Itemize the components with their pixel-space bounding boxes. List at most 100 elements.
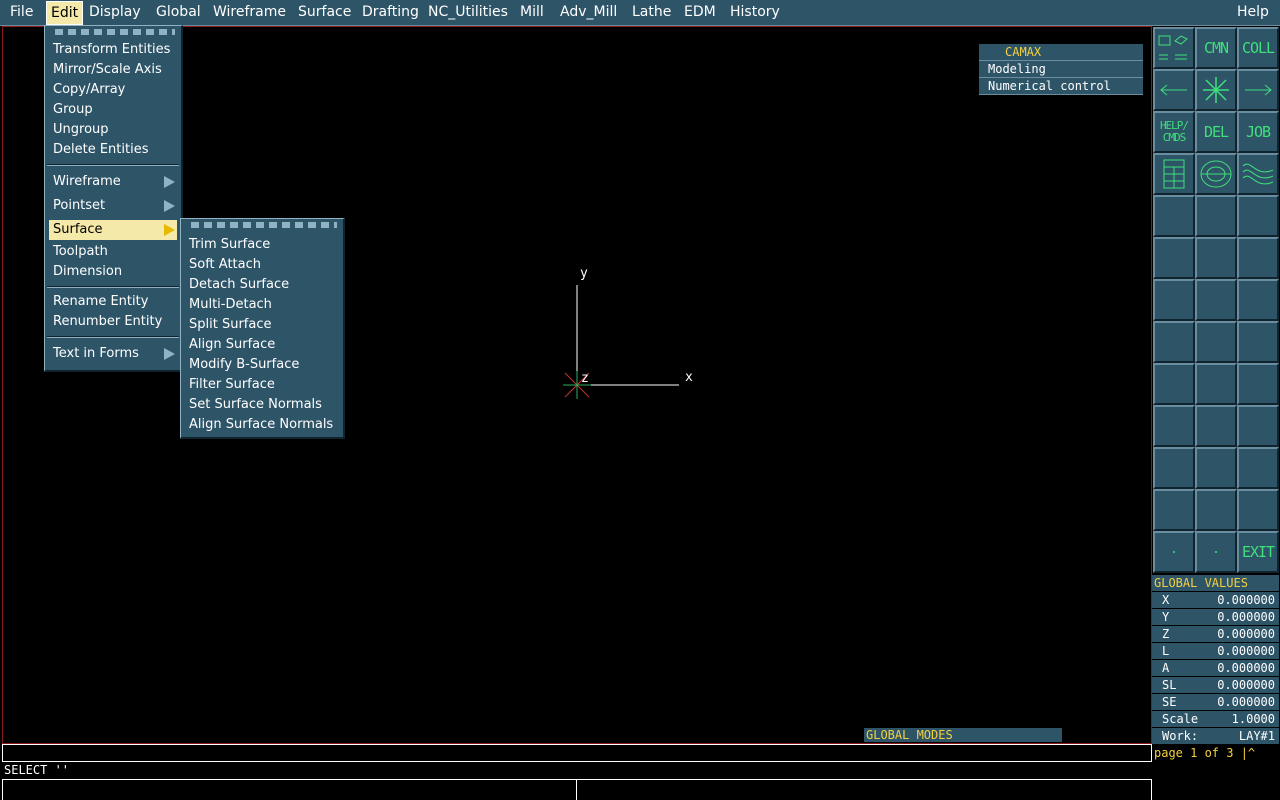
arrow-right-button[interactable] <box>1237 69 1279 111</box>
empty-tool-button[interactable] <box>1153 405 1195 447</box>
menubar: File Edit Display Global Wireframe Surfa… <box>0 0 1280 26</box>
empty-tool-button[interactable] <box>1237 237 1279 279</box>
dot-button[interactable] <box>1195 531 1237 573</box>
empty-tool-button[interactable] <box>1195 195 1237 237</box>
menu-drafting[interactable]: Drafting <box>362 4 419 20</box>
wave-surface-icon <box>1242 163 1274 185</box>
empty-tool-button[interactable] <box>1237 279 1279 321</box>
empty-tool-button[interactable] <box>1195 447 1237 489</box>
cmn-button[interactable]: CMN <box>1195 27 1237 69</box>
del-button[interactable]: DEL <box>1195 111 1237 153</box>
camax-numerical-control[interactable]: Numerical control <box>979 78 1143 95</box>
menu-edm[interactable]: EDM <box>684 4 716 20</box>
menu-item-rename-entity[interactable]: Rename Entity <box>49 292 177 312</box>
sphere-button[interactable] <box>1195 153 1237 195</box>
spreadsheet-button[interactable] <box>1153 153 1195 195</box>
empty-tool-button[interactable] <box>1195 279 1237 321</box>
menu-item-renumber-entity[interactable]: Renumber Entity <box>49 312 177 332</box>
menu-item-ungroup[interactable]: Ungroup <box>49 120 177 140</box>
menu-item-pointset[interactable]: Pointset <box>49 196 177 216</box>
empty-tool-button[interactable] <box>1195 405 1237 447</box>
menu-wireframe[interactable]: Wireframe <box>213 4 286 20</box>
job-button[interactable]: JOB <box>1237 111 1279 153</box>
submenu-item-modify-b-surface[interactable]: Modify B-Surface <box>185 355 339 375</box>
menu-item-copy-array[interactable]: Copy/Array <box>49 80 177 100</box>
page-indicator[interactable]: page 1 of 3 |^ <box>1152 745 1279 761</box>
menu-item-delete-entities[interactable]: Delete Entities <box>49 140 177 160</box>
surface-shape-button[interactable] <box>1237 153 1279 195</box>
global-value-row[interactable]: Z 0.000000 <box>1152 626 1279 643</box>
menu-item-text-in-forms[interactable]: Text in Forms <box>49 344 177 364</box>
empty-tool-button[interactable] <box>1195 489 1237 531</box>
global-value-row[interactable]: Y 0.000000 <box>1152 609 1279 626</box>
submenu-item-soft-attach[interactable]: Soft Attach <box>185 255 339 275</box>
menu-surface[interactable]: Surface <box>298 4 351 20</box>
submenu-item-align-surface[interactable]: Align Surface <box>185 335 339 355</box>
global-value-row[interactable]: Work: LAY#1 <box>1152 728 1279 745</box>
menu-edit[interactable]: Edit <box>46 1 84 25</box>
empty-tool-button[interactable] <box>1237 195 1279 237</box>
global-value-val: 0.000000 <box>1217 661 1275 675</box>
empty-tool-button[interactable] <box>1195 237 1237 279</box>
empty-tool-button[interactable] <box>1153 363 1195 405</box>
command-input-line[interactable] <box>2 744 1152 762</box>
camax-modeling[interactable]: Modeling <box>979 61 1143 78</box>
menu-nc-utilities[interactable]: NC_Utilities <box>428 4 508 20</box>
submenu-item-set-surface-normals[interactable]: Set Surface Normals <box>185 395 339 415</box>
menu-item-wireframe[interactable]: Wireframe <box>49 172 177 192</box>
submenu-item-align-surface-normals[interactable]: Align Surface Normals <box>185 415 339 435</box>
empty-tool-button[interactable] <box>1195 363 1237 405</box>
global-value-row[interactable]: Scale 1.0000 <box>1152 711 1279 728</box>
layout-icon <box>1158 35 1188 60</box>
menu-mill[interactable]: Mill <box>520 4 544 20</box>
x-axis-label: x <box>685 370 693 385</box>
submenu-item-trim-surface[interactable]: Trim Surface <box>185 235 339 255</box>
menu-item-dimension[interactable]: Dimension <box>49 262 177 282</box>
arrow-left-button[interactable] <box>1153 69 1195 111</box>
menu-item-surface[interactable]: Surface <box>49 220 177 240</box>
coll-button[interactable]: COLL <box>1237 27 1279 69</box>
menu-item-transform-entities[interactable]: Transform Entities <box>49 40 177 60</box>
tearoff-handle[interactable] <box>191 222 337 228</box>
empty-tool-button[interactable] <box>1237 405 1279 447</box>
tearoff-handle[interactable] <box>55 29 175 35</box>
submenu-item-multi-detach[interactable]: Multi-Detach <box>185 295 339 315</box>
star-cursor-button[interactable] <box>1195 69 1237 111</box>
menu-lathe[interactable]: Lathe <box>632 4 671 20</box>
submenu-item-split-surface[interactable]: Split Surface <box>185 315 339 335</box>
menu-item-group[interactable]: Group <box>49 100 177 120</box>
empty-tool-button[interactable] <box>1237 489 1279 531</box>
empty-tool-button[interactable] <box>1195 321 1237 363</box>
menu-help[interactable]: Help <box>1237 4 1269 20</box>
help-cmds-button[interactable]: HELP/CMDS <box>1153 111 1195 153</box>
global-value-row[interactable]: SL 0.000000 <box>1152 677 1279 694</box>
submenu-item-detach-surface[interactable]: Detach Surface <box>185 275 339 295</box>
menu-history[interactable]: History <box>730 4 780 20</box>
global-modes-bar[interactable]: GLOBAL MODES <box>864 728 1062 742</box>
menu-adv-mill[interactable]: Adv_Mill <box>560 4 617 20</box>
empty-tool-button[interactable] <box>1153 195 1195 237</box>
empty-tool-button[interactable] <box>1153 447 1195 489</box>
menu-item-toolpath[interactable]: Toolpath <box>49 242 177 262</box>
global-value-val: 0.000000 <box>1217 610 1275 624</box>
layout-tool-button[interactable] <box>1153 27 1195 69</box>
global-value-row[interactable]: A 0.000000 <box>1152 660 1279 677</box>
empty-tool-button[interactable] <box>1237 363 1279 405</box>
empty-tool-button[interactable] <box>1153 237 1195 279</box>
global-value-row[interactable]: L 0.000000 <box>1152 643 1279 660</box>
dot-button[interactable] <box>1153 531 1195 573</box>
empty-tool-button[interactable] <box>1237 321 1279 363</box>
menu-global[interactable]: Global <box>156 4 201 20</box>
global-value-row[interactable]: SE 0.000000 <box>1152 694 1279 711</box>
empty-tool-button[interactable] <box>1153 279 1195 321</box>
empty-tool-button[interactable] <box>1153 489 1195 531</box>
menu-item-mirror-scale-axis[interactable]: Mirror/Scale Axis <box>49 60 177 80</box>
global-value-row[interactable]: X 0.000000 <box>1152 592 1279 609</box>
exit-button[interactable]: EXIT <box>1237 531 1279 573</box>
global-value-key: X <box>1162 593 1170 607</box>
empty-tool-button[interactable] <box>1237 447 1279 489</box>
empty-tool-button[interactable] <box>1153 321 1195 363</box>
menu-file[interactable]: File <box>10 4 33 20</box>
submenu-item-filter-surface[interactable]: Filter Surface <box>185 375 339 395</box>
menu-display[interactable]: Display <box>89 4 141 20</box>
